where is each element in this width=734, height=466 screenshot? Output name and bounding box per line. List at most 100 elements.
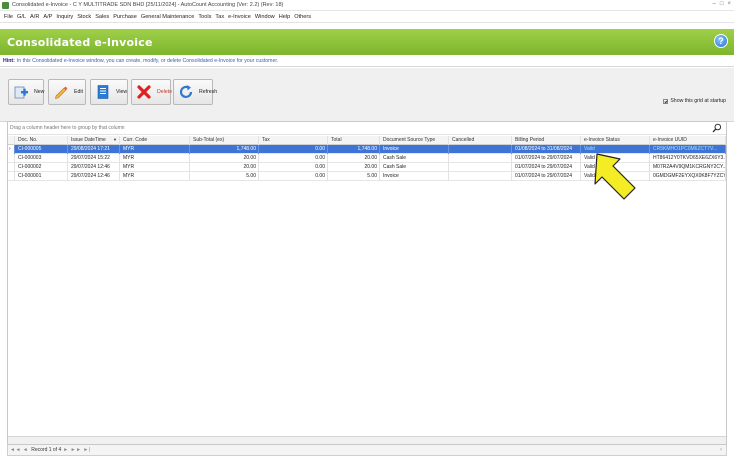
cell-doc-source-type[interactable]: Cash Sale xyxy=(380,163,449,172)
cell-doc-no[interactable]: CI-000001 xyxy=(15,172,68,181)
cell-issue-datetime[interactable]: 29/07/2024 12:46 xyxy=(68,172,120,181)
edit-button[interactable]: Edit xyxy=(48,79,86,105)
maximize-icon[interactable]: □ xyxy=(720,1,724,7)
col-subtotal[interactable]: Sub-Total (ex) xyxy=(190,136,259,145)
cell-curr-code[interactable]: MYR xyxy=(120,154,190,163)
menu-ar[interactable]: A/R xyxy=(28,14,41,20)
menu-sales[interactable]: Sales xyxy=(93,14,111,20)
cell-tax[interactable]: 0.00 xyxy=(259,145,328,154)
cell-einvoice-uuid[interactable]: HT86412Y0TKVD65XE6ZX6Y3... xyxy=(650,154,726,163)
hint-bar: Hint: In this Consolidated e-Invoice win… xyxy=(0,55,734,67)
col-billing-period[interactable]: Billing Period xyxy=(512,136,581,145)
refresh-button[interactable]: Refresh xyxy=(173,79,217,105)
cell-billing-period[interactable]: 01/07/2024 to 29/07/2024 xyxy=(512,154,581,163)
cell-total[interactable]: 20.00 xyxy=(328,163,380,172)
menu-tax[interactable]: Tax xyxy=(213,14,226,20)
menu-stock[interactable]: Stock xyxy=(75,14,93,20)
cell-subtotal[interactable]: 20.00 xyxy=(190,154,259,163)
cell-total[interactable]: 20.00 xyxy=(328,154,380,163)
hint-text: In this Consolidated e-Invoice window, y… xyxy=(16,57,279,64)
cell-tax[interactable]: 0.00 xyxy=(259,154,328,163)
cell-subtotal[interactable]: 1,748.00 xyxy=(190,145,259,154)
cell-billing-period[interactable]: 01/08/2024 to 31/08/2024 xyxy=(512,145,581,154)
col-issue-datetime-label: Issue DateTime xyxy=(71,137,106,143)
cell-doc-no[interactable]: CI-000003 xyxy=(15,154,68,163)
col-einvoice-status[interactable]: e-Invoice Status xyxy=(581,136,650,145)
cell-doc-no[interactable]: CI-000005 xyxy=(15,145,68,154)
horizontal-scrollbar[interactable] xyxy=(8,436,726,444)
document-icon xyxy=(95,84,111,100)
cell-cancelled[interactable] xyxy=(449,163,512,172)
cell-issue-datetime[interactable]: 29/08/2024 17:21 xyxy=(68,145,120,154)
pencil-icon xyxy=(53,84,69,100)
col-einvoice-uuid[interactable]: e-Invoice UUID xyxy=(650,136,726,145)
menu-window[interactable]: Window xyxy=(253,14,277,20)
show-grid-startup-toggle[interactable]: Show this grid at startup xyxy=(663,98,726,104)
page-title: Consolidated e-Invoice xyxy=(7,35,153,49)
show-grid-label: Show this grid at startup xyxy=(670,98,726,104)
menu-file[interactable]: File xyxy=(2,14,15,20)
col-cancelled[interactable]: Cancelled xyxy=(449,136,512,145)
group-by-bar[interactable]: Drag a column header here to group by th… xyxy=(8,122,726,135)
close-icon[interactable]: × xyxy=(727,1,731,7)
cell-tax[interactable]: 0.00 xyxy=(259,163,328,172)
toolbar: New Edit View Delete Refresh Show this g… xyxy=(0,68,734,122)
menu-gl[interactable]: G/L xyxy=(15,14,28,20)
cell-subtotal[interactable]: 5.00 xyxy=(190,172,259,181)
col-total[interactable]: Total xyxy=(328,136,380,145)
cell-issue-datetime[interactable]: 29/07/2024 15:22 xyxy=(68,154,120,163)
annotation-arrow-icon xyxy=(594,153,636,200)
cell-doc-source-type[interactable]: Invoice xyxy=(380,172,449,181)
cell-billing-period[interactable]: 01/07/2024 to 29/07/2024 xyxy=(512,163,581,172)
cell-curr-code[interactable]: MYR xyxy=(120,172,190,181)
window-titlebar: Consolidated e-Invoice - C Y MULTITRADE … xyxy=(0,0,734,11)
minimize-icon[interactable]: – xyxy=(713,1,716,7)
cell-cancelled[interactable] xyxy=(449,145,512,154)
cell-doc-source-type[interactable]: Cash Sale xyxy=(380,154,449,163)
edit-button-label: Edit xyxy=(74,89,83,95)
hint-label: Hint: xyxy=(3,57,15,64)
menu-bar: File G/L A/R A/P Inquiry Stock Sales Pur… xyxy=(0,11,734,23)
delete-button[interactable]: Delete xyxy=(131,79,172,105)
col-tax[interactable]: Tax xyxy=(259,136,328,145)
red-x-icon xyxy=(136,84,152,100)
menu-purchase[interactable]: Purchase xyxy=(111,14,139,20)
cell-cancelled[interactable] xyxy=(449,172,512,181)
search-icon[interactable] xyxy=(712,123,722,133)
scroll-right-icon[interactable]: › xyxy=(720,447,722,453)
cell-billing-period[interactable]: 01/07/2024 to 29/07/2024 xyxy=(512,172,581,181)
view-button[interactable]: View xyxy=(90,79,128,105)
col-doc-no[interactable]: Doc. No. xyxy=(15,136,68,145)
cell-subtotal[interactable]: 20.00 xyxy=(190,163,259,172)
cell-total[interactable]: 5.00 xyxy=(328,172,380,181)
cell-doc-no[interactable]: CI-000002 xyxy=(15,163,68,172)
cell-einvoice-uuid[interactable]: CR5KMHO1PC0M6ZCT7V... xyxy=(650,145,726,154)
cell-total[interactable]: 1,748.00 xyxy=(328,145,380,154)
menu-tools[interactable]: Tools xyxy=(196,14,213,20)
menu-inquiry[interactable]: Inquiry xyxy=(54,14,75,20)
menu-help[interactable]: Help xyxy=(277,14,293,20)
new-button[interactable]: New xyxy=(8,79,44,105)
cell-doc-source-type[interactable]: Invoice xyxy=(380,145,449,154)
cell-curr-code[interactable]: MYR xyxy=(120,145,190,154)
menu-general-maintenance[interactable]: General Maintenance xyxy=(139,14,197,20)
nav-prev-icons[interactable]: ◄◄ ◄ xyxy=(10,447,28,453)
menu-others[interactable]: Others xyxy=(292,14,313,20)
cell-issue-datetime[interactable]: 29/07/2024 12:46 xyxy=(68,163,120,172)
cell-einvoice-uuid[interactable]: 0GMDGMF2EYXQX0K8F7YZCY... xyxy=(650,172,726,181)
cell-einvoice-uuid[interactable]: M07R2A4V9QM1KCRGNY2CY... xyxy=(650,163,726,172)
col-issue-datetime[interactable]: Issue DateTime ▼ xyxy=(68,136,120,145)
show-grid-checkbox[interactable] xyxy=(663,98,669,104)
cell-curr-code[interactable]: MYR xyxy=(120,163,190,172)
menu-e-invoice[interactable]: e-Invoice xyxy=(226,14,253,20)
row-indicator xyxy=(8,163,15,172)
cell-tax[interactable]: 0.00 xyxy=(259,172,328,181)
nav-next-icons[interactable]: ► ►► ►| xyxy=(63,447,90,453)
help-icon[interactable]: ? xyxy=(714,34,728,48)
window-title: Consolidated e-Invoice - C Y MULTITRADE … xyxy=(12,2,284,8)
cell-cancelled[interactable] xyxy=(449,154,512,163)
col-curr-code[interactable]: Curr. Code xyxy=(120,136,190,145)
col-doc-source-type[interactable]: Document Source Type xyxy=(380,136,449,145)
app-icon xyxy=(2,1,9,9)
menu-ap[interactable]: A/P xyxy=(41,14,54,20)
